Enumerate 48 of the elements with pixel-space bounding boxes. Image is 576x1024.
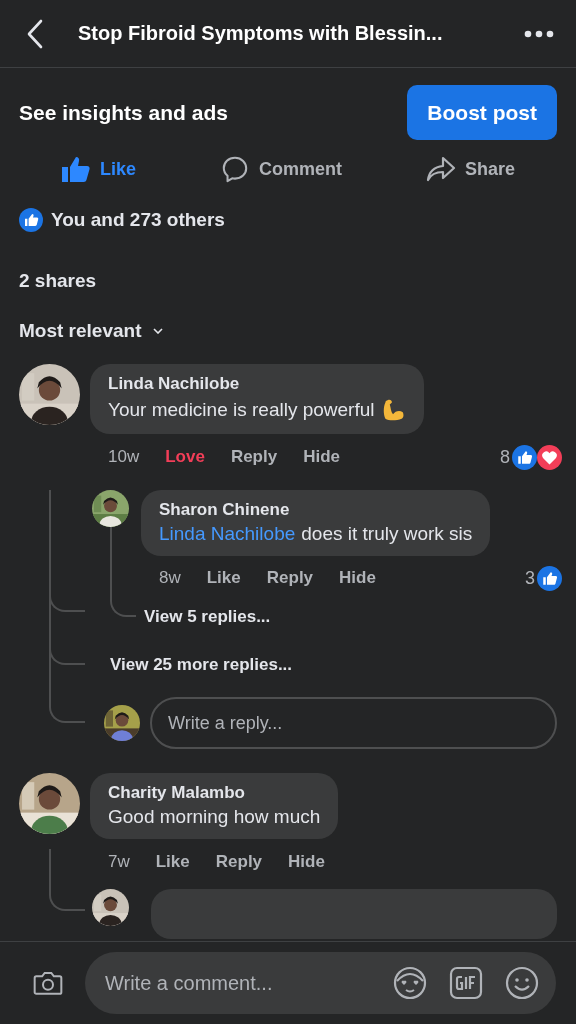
speech-bubble-icon	[220, 155, 250, 183]
avatar-sticker-icon[interactable]	[392, 965, 428, 1001]
more-replies-link[interactable]: View 25 more replies...	[110, 655, 293, 675]
author-name: Charity Malambo	[108, 783, 246, 803]
reply-link[interactable]: Reply	[266, 568, 314, 588]
reply-link[interactable]: Reply	[215, 852, 263, 872]
reactions-summary[interactable]: You and 273 others	[51, 209, 225, 231]
author-name: Linda Nachilobe	[108, 374, 241, 394]
share-arrow-icon	[425, 155, 456, 183]
chevron-down-icon[interactable]	[153, 328, 164, 334]
reply-field[interactable]: Write a reply...	[150, 697, 557, 749]
comment-field[interactable]: Write a comment...	[103, 970, 372, 996]
boost-post-button[interactable]: Boost post	[407, 85, 557, 140]
reply-link[interactable]: Reply	[230, 447, 278, 467]
reaction-link[interactable]: Like	[155, 852, 190, 872]
comment-time: 8w	[159, 568, 181, 588]
emoji-icon[interactable]	[504, 965, 540, 1001]
view-replies-link[interactable]: View 5 replies...	[144, 607, 271, 627]
sort-dropdown[interactable]: Most relevant	[19, 320, 164, 342]
thread-line	[49, 849, 85, 911]
comment-time: 7w	[108, 852, 130, 872]
back-icon[interactable]	[26, 18, 44, 49]
hide-link[interactable]: Hide	[288, 852, 325, 872]
like-reaction-icon	[537, 565, 562, 591]
reply-text: Linda Nachilobe does it truly work sis	[159, 523, 473, 545]
author-name: Sharon Chinene	[159, 500, 291, 520]
thumbs-up-icon	[61, 155, 91, 183]
post-title: Stop Fibroid Symptoms with Blessin...	[78, 22, 444, 45]
insights-link[interactable]: See insights and ads	[19, 100, 228, 125]
mention-link[interactable]: Linda Nachilobe	[159, 523, 296, 545]
more-icon[interactable]	[524, 29, 554, 38]
hide-link[interactable]: Hide	[303, 447, 340, 467]
like-reaction-icon	[19, 208, 43, 232]
reaction-count: 3	[525, 567, 535, 589]
share-action[interactable]: Share	[419, 151, 521, 187]
heart-reaction-icon	[537, 444, 562, 470]
reaction-count: 8	[500, 446, 510, 468]
hide-link[interactable]: Hide	[339, 568, 376, 588]
comment-time: 10w	[108, 447, 140, 467]
shares-count[interactable]: 2 shares	[19, 270, 97, 292]
gif-icon[interactable]	[448, 965, 484, 1001]
comment-text: Your medicine is really powerful	[108, 399, 375, 421]
comment-text: Good morning how much	[108, 806, 321, 828]
reaction-link[interactable]: Like	[206, 568, 241, 588]
reaction-link[interactable]: Love	[165, 447, 205, 467]
like-action[interactable]: Like	[55, 151, 142, 187]
like-reaction-icon	[512, 444, 537, 470]
comment-action[interactable]: Comment	[214, 151, 348, 187]
